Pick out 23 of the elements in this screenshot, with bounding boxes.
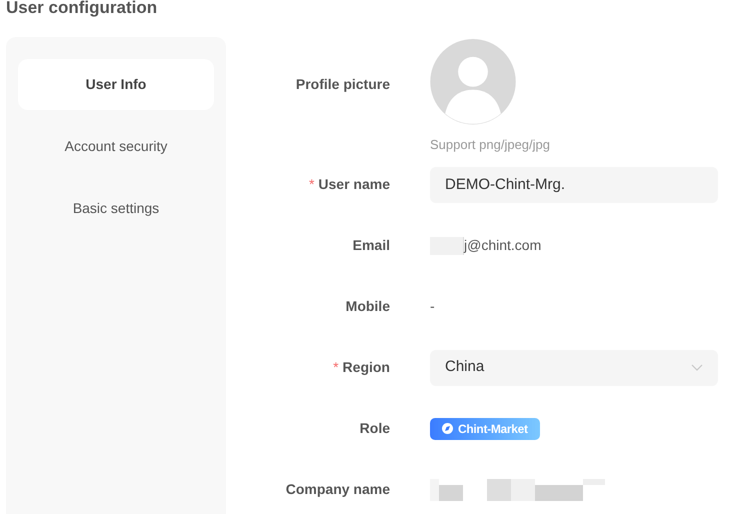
field-label: User name <box>318 175 390 194</box>
redacted-mosaic <box>430 236 464 254</box>
required-asterisk: * <box>308 175 314 194</box>
sidebar-tab[interactable]: User Info <box>18 59 214 110</box>
role-tag: Chint-Market <box>430 418 540 440</box>
field-label: Company name <box>286 480 390 499</box>
compass-icon <box>442 423 453 434</box>
region-select[interactable]: China <box>430 350 718 386</box>
user-name-field[interactable]: DEMO-Chint-Mrg. <box>430 166 718 202</box>
field-value: - <box>430 297 435 316</box>
email-value: j@chint.com <box>464 236 542 255</box>
field-label: Email <box>352 236 390 255</box>
required-asterisk: * <box>333 358 339 377</box>
field-label: Profile picture <box>294 75 390 94</box>
field-label: Region <box>342 358 390 377</box>
chevron-down-icon <box>691 364 703 372</box>
field-label: Role <box>360 419 390 438</box>
format-hint: Support png/jpeg/jpg <box>430 136 550 154</box>
field-label: Mobile <box>346 297 390 316</box>
sidebar-tab[interactable]: Account security <box>18 121 214 172</box>
page-title: User configuration <box>5 0 158 17</box>
sidebar-tab[interactable]: Basic settings <box>18 183 214 234</box>
avatar-placeholder[interactable] <box>430 39 516 124</box>
